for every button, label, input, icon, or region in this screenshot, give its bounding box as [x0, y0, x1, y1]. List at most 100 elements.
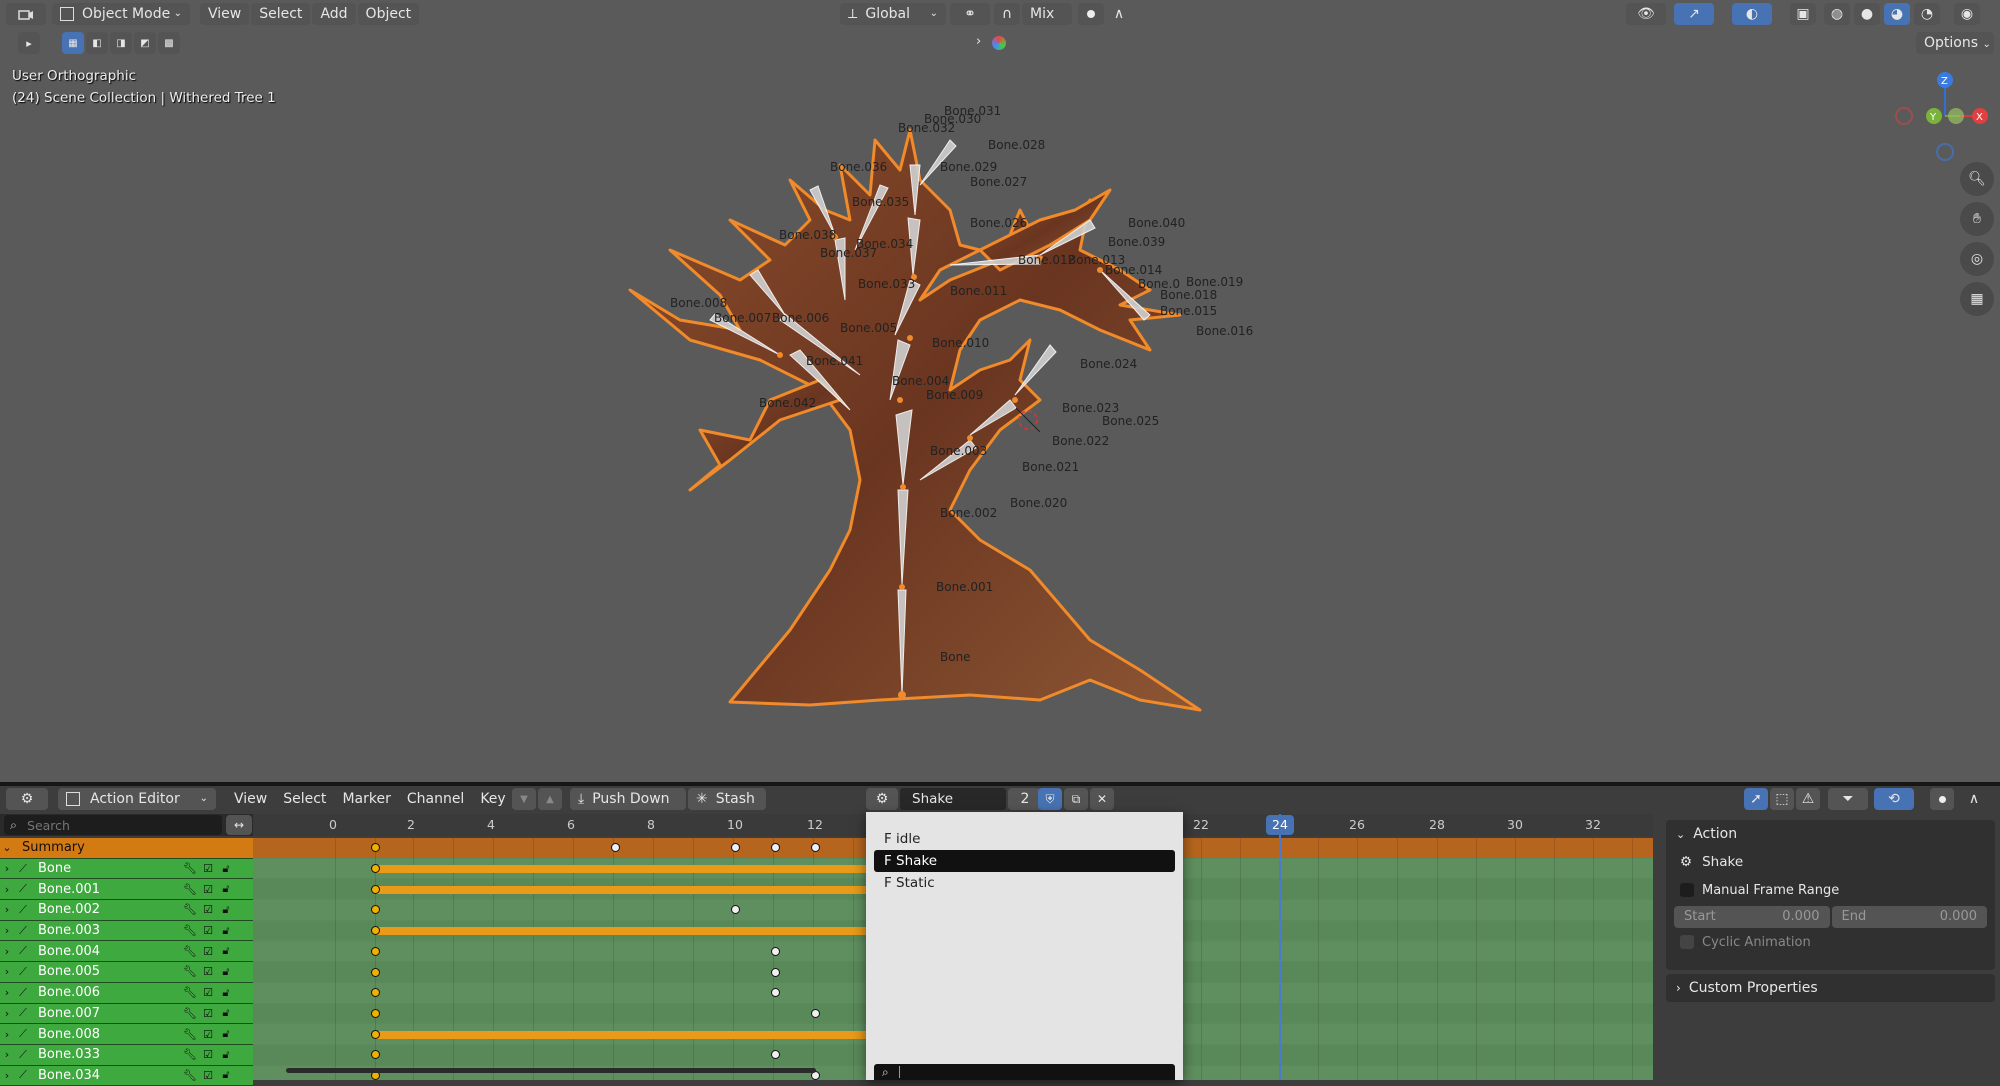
- cyclic-animation-checkbox[interactable]: [1680, 935, 1694, 949]
- only-errors-toggle[interactable]: ⚠: [1796, 788, 1820, 810]
- keyframe[interactable]: [370, 988, 380, 998]
- channel-track[interactable]: [1183, 1065, 1653, 1080]
- mute-checkbox-icon[interactable]: ☑: [199, 1007, 217, 1020]
- keyframe[interactable]: [370, 1008, 380, 1018]
- keyframe[interactable]: [770, 967, 780, 977]
- hold-bar[interactable]: [375, 865, 866, 874]
- chevron-right-icon[interactable]: ›: [0, 965, 14, 978]
- menu-marker[interactable]: Marker: [334, 788, 398, 810]
- new-action-button[interactable]: ⧉: [1064, 788, 1088, 810]
- auto-snap-toggle[interactable]: ⟲: [1874, 788, 1914, 810]
- browse-action-button[interactable]: ⚙︎: [866, 788, 898, 810]
- mute-checkbox-icon[interactable]: ☑: [199, 924, 217, 937]
- lock-icon[interactable]: 🔓︎: [217, 1027, 235, 1041]
- channel-track[interactable]: [1183, 1024, 1653, 1044]
- dropdown-item-idle[interactable]: F idle: [874, 828, 1175, 850]
- hold-bar[interactable]: [375, 885, 866, 894]
- channel-row[interactable]: › ⟋ Bone.034 🔧︎ ☑ 🔓︎: [0, 1065, 253, 1086]
- mute-checkbox-icon[interactable]: ☑: [199, 903, 217, 916]
- keyframe[interactable]: [370, 1029, 380, 1039]
- action-panel-header[interactable]: ⌄ Action: [1666, 820, 1995, 848]
- channel-track[interactable]: [1183, 982, 1653, 1003]
- dropdown-item-static[interactable]: F Static: [874, 872, 1175, 894]
- channel-track[interactable]: [1183, 962, 1653, 982]
- channel-row[interactable]: › ⟋ Bone.004 🔧︎ ☑ 🔓︎: [0, 941, 253, 963]
- modifier-wrench-icon[interactable]: 🔧︎: [181, 945, 199, 958]
- timeline-ruler-left[interactable]: 0 2 4 6 8 10 12: [253, 814, 866, 836]
- filters-button[interactable]: ⏷: [1828, 788, 1868, 810]
- fake-user-toggle[interactable]: ⛨: [1038, 788, 1062, 810]
- show-hidden-toggle[interactable]: ⬚: [1770, 788, 1794, 810]
- channel-track[interactable]: [1183, 879, 1653, 900]
- summary-channel[interactable]: ⌄ Summary: [0, 838, 253, 859]
- channel-row[interactable]: › ⟋ Bone.008 🔧︎ ☑ 🔓︎: [0, 1024, 253, 1045]
- channel-row[interactable]: › ⟋ Bone.001 🔧︎ ☑ 🔓︎: [0, 879, 253, 901]
- end-frame-field[interactable]: End 0.000: [1831, 906, 1987, 928]
- keyframe[interactable]: [370, 946, 380, 956]
- lock-icon[interactable]: 🔓︎: [217, 903, 235, 917]
- keyframe[interactable]: [810, 1008, 820, 1018]
- channel-track[interactable]: [1183, 1003, 1653, 1024]
- channel-row[interactable]: › ⟋ Bone 🔧︎ ☑ 🔓︎: [0, 858, 253, 880]
- modifier-wrench-icon[interactable]: 🔧︎: [181, 1028, 199, 1041]
- custom-properties-panel[interactable]: › Custom Properties: [1666, 974, 1995, 1002]
- channel-search-field[interactable]: ⌕: [4, 815, 222, 835]
- chevron-right-icon[interactable]: ›: [0, 1028, 14, 1041]
- mute-checkbox-icon[interactable]: ☑: [199, 945, 217, 958]
- modifier-wrench-icon[interactable]: 🔧︎: [181, 1007, 199, 1020]
- falloff-curve-button[interactable]: ∧: [1956, 788, 1992, 810]
- modifier-wrench-icon[interactable]: 🔧︎: [181, 986, 199, 999]
- lock-icon[interactable]: 🔓︎: [217, 965, 235, 979]
- lock-icon[interactable]: 🔓︎: [217, 944, 235, 958]
- editor-type-button[interactable]: ⚙︎: [6, 788, 48, 810]
- chevron-down-icon[interactable]: ⌄: [0, 841, 14, 854]
- mute-checkbox-icon[interactable]: ☑: [199, 862, 217, 875]
- keyframe[interactable]: [770, 1050, 780, 1060]
- unlink-action-button[interactable]: ✕: [1090, 788, 1114, 810]
- mute-checkbox-icon[interactable]: ☑: [199, 965, 217, 978]
- horizontal-scrollbar[interactable]: [286, 1068, 816, 1073]
- channel-track[interactable]: [1183, 1045, 1653, 1065]
- modifier-wrench-icon[interactable]: 🔧︎: [181, 883, 199, 896]
- chevron-right-icon[interactable]: ›: [0, 1007, 14, 1020]
- hold-bar[interactable]: [375, 1030, 866, 1039]
- channel-track[interactable]: [1183, 920, 1653, 941]
- proportional-edit-toggle[interactable]: [1930, 788, 1954, 810]
- chevron-right-icon[interactable]: ›: [0, 945, 14, 958]
- lock-icon[interactable]: 🔓︎: [217, 986, 235, 1000]
- dropdown-search-field[interactable]: ⌕: [874, 1064, 1175, 1080]
- hold-bar[interactable]: [375, 927, 866, 936]
- action-users-count[interactable]: 2: [1008, 788, 1042, 810]
- push-down-button[interactable]: ⤓ Push Down: [570, 788, 686, 810]
- lock-icon[interactable]: 🔓︎: [217, 924, 235, 938]
- keyframe[interactable]: [370, 843, 380, 853]
- lock-icon[interactable]: 🔓︎: [217, 882, 235, 896]
- manual-frame-range-checkbox[interactable]: [1680, 883, 1694, 897]
- modifier-wrench-icon[interactable]: 🔧︎: [181, 862, 199, 875]
- keyframe[interactable]: [810, 843, 820, 853]
- lock-icon[interactable]: 🔓︎: [217, 1006, 235, 1020]
- channel-row[interactable]: › ⟋ Bone.006 🔧︎ ☑ 🔓︎: [0, 982, 253, 1004]
- keyframe[interactable]: [370, 884, 380, 894]
- chevron-right-icon[interactable]: ›: [0, 924, 14, 937]
- timeline-keyframes-left[interactable]: [253, 838, 866, 1080]
- lock-icon[interactable]: 🔓︎: [217, 862, 235, 876]
- channel-track[interactable]: [1183, 900, 1653, 920]
- channel-track[interactable]: [1183, 941, 1653, 962]
- channel-row[interactable]: › ⟋ Bone.007 🔧︎ ☑ 🔓︎: [0, 1003, 253, 1025]
- modifier-wrench-icon[interactable]: 🔧︎: [181, 903, 199, 916]
- mute-checkbox-icon[interactable]: ☑: [199, 986, 217, 999]
- layer-up-button[interactable]: ▲: [538, 788, 562, 810]
- channel-row[interactable]: › ⟋ Bone.005 🔧︎ ☑ 🔓︎: [0, 962, 253, 983]
- 3d-viewport[interactable]: Object Mode ⌄ View Select Add Object ⟂ G…: [0, 0, 2000, 782]
- keyframe[interactable]: [370, 926, 380, 936]
- chevron-right-icon[interactable]: ›: [0, 883, 14, 896]
- mute-checkbox-icon[interactable]: ☑: [199, 1048, 217, 1061]
- keyframe[interactable]: [770, 946, 780, 956]
- menu-view[interactable]: View: [226, 788, 275, 810]
- lock-icon[interactable]: 🔓︎: [217, 1068, 235, 1082]
- channel-row[interactable]: › ⟋ Bone.003 🔧︎ ☑ 🔓︎: [0, 920, 253, 942]
- swap-filter-button[interactable]: ↔: [226, 815, 252, 835]
- channel-row[interactable]: › ⟋ Bone.002 🔧︎ ☑ 🔓︎: [0, 900, 253, 921]
- dropdown-item-shake[interactable]: F Shake: [874, 850, 1175, 872]
